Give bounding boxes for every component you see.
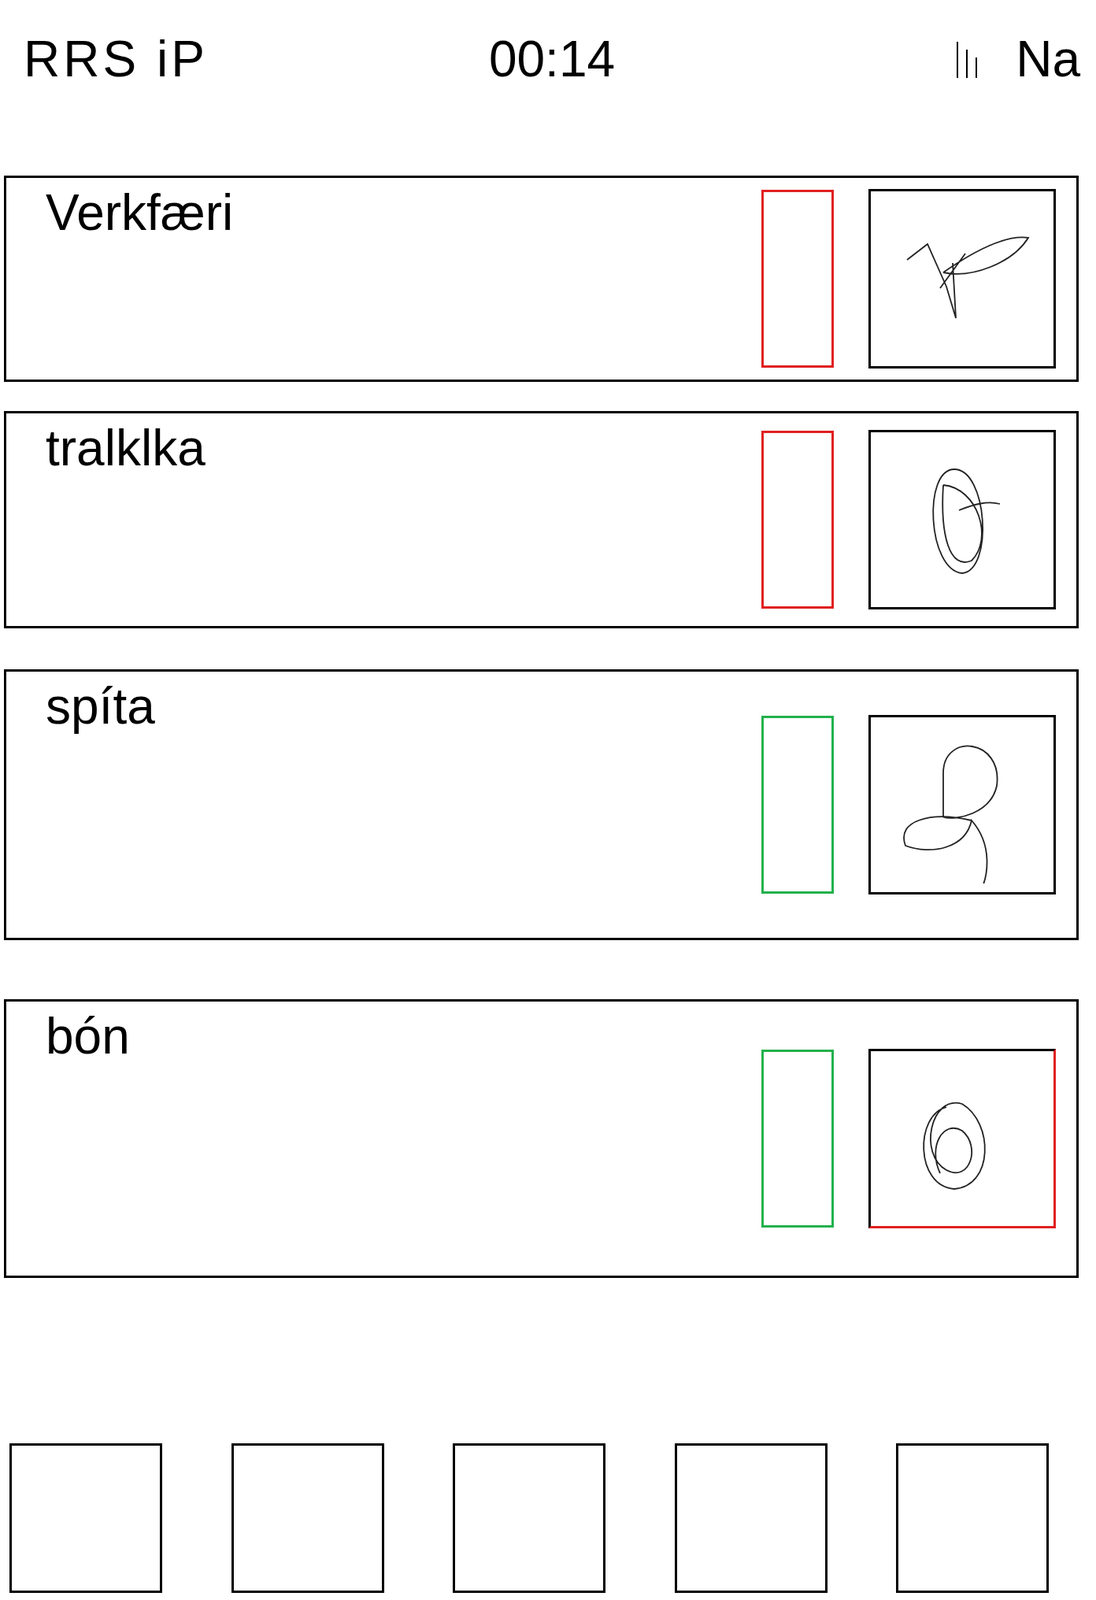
- card-controls: [761, 1037, 1056, 1240]
- item-card[interactable]: Verkfæri: [3, 175, 1079, 382]
- card-title: spíta: [45, 671, 762, 737]
- carrier: RRS iP: [23, 29, 260, 89]
- image-box[interactable]: [868, 188, 1056, 369]
- sketch-icon: [883, 440, 1041, 599]
- card-title: bón: [45, 1001, 762, 1067]
- status-bar: RRS iP 00:14 Na: [0, 0, 1096, 119]
- status-box[interactable]: [761, 430, 834, 609]
- signal-icon: [952, 35, 985, 83]
- slot-bar: [0, 1443, 1096, 1593]
- slot[interactable]: [452, 1443, 606, 1593]
- clock: 00:14: [488, 29, 615, 89]
- status-box[interactable]: [761, 189, 834, 368]
- item-card[interactable]: tralklka: [3, 411, 1079, 629]
- status-box[interactable]: [761, 1049, 834, 1228]
- status-indicators: Na: [844, 29, 1081, 89]
- status-box[interactable]: [761, 715, 834, 894]
- card-title: tralklka: [45, 413, 762, 479]
- image-box[interactable]: [868, 429, 1056, 610]
- card-controls: [761, 177, 1056, 380]
- card-controls: [761, 418, 1056, 621]
- slot[interactable]: [674, 1443, 828, 1593]
- sketch-icon: [883, 725, 1041, 884]
- card-controls: [761, 703, 1056, 906]
- sketch-icon: [883, 1059, 1041, 1218]
- item-card[interactable]: spíta: [3, 669, 1079, 941]
- network: Na: [1015, 29, 1081, 89]
- sketch-icon: [883, 199, 1041, 358]
- slot[interactable]: [231, 1443, 385, 1593]
- image-box[interactable]: [868, 1048, 1056, 1229]
- card-list: Verkfæri tralklka spíta bón: [0, 118, 1096, 1278]
- screen: RRS iP 00:14 Na Verkfæri tralklka spíta bón: [0, 0, 1096, 1600]
- card-title: Verkfæri: [45, 177, 762, 244]
- slot[interactable]: [9, 1443, 163, 1593]
- image-box[interactable]: [868, 714, 1056, 895]
- item-card[interactable]: bón: [3, 999, 1079, 1278]
- slot[interactable]: [896, 1443, 1049, 1593]
